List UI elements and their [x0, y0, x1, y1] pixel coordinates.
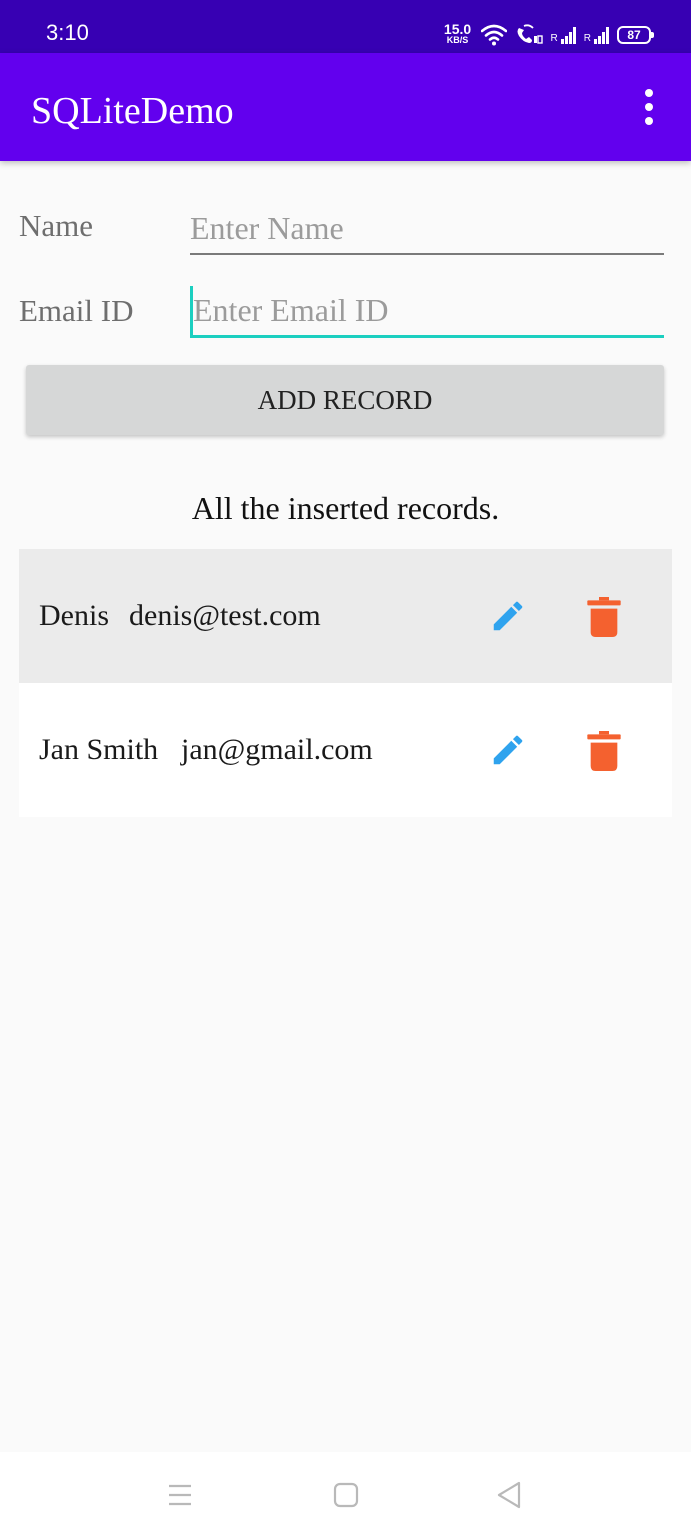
- menu-lines-icon[interactable]: [160, 1478, 200, 1512]
- record-email: denis@test.com: [129, 599, 321, 632]
- network-speed-value: 15.0: [443, 21, 472, 37]
- status-bar: 3:10 15.0 KB/S R R 87: [0, 0, 691, 53]
- records-heading: All the inserted records.: [191, 490, 500, 526]
- name-label: Name: [19, 208, 94, 243]
- add-record-button[interactable]: ADD RECORD: [26, 365, 664, 435]
- name-input[interactable]: [190, 203, 664, 255]
- network-speed-unit: KB/S: [446, 35, 469, 45]
- navigation-bar: [0, 1452, 691, 1536]
- record-name: Jan Smith: [39, 733, 159, 766]
- back-triangle-icon[interactable]: [490, 1478, 530, 1512]
- battery-level: 87: [627, 28, 641, 42]
- status-icons: 15.0 KB/S R R 87: [443, 20, 654, 50]
- more-vert-icon[interactable]: [637, 89, 661, 125]
- trash-icon[interactable]: [587, 731, 621, 771]
- square-icon[interactable]: [326, 1478, 366, 1512]
- sim1-label: R: [550, 32, 558, 44]
- pencil-icon[interactable]: [489, 731, 527, 769]
- network-speed: 15.0 KB/S: [443, 21, 473, 45]
- record-name: Denis: [39, 599, 109, 632]
- signal-icon-sim1: R: [550, 26, 576, 44]
- status-time: 3:10: [46, 20, 89, 45]
- record-email: jan@gmail.com: [181, 733, 373, 766]
- app-bar: SQLiteDemo: [0, 53, 691, 161]
- wifi-icon: [480, 24, 507, 46]
- app-title: SQLiteDemo: [31, 90, 234, 132]
- battery-icon: 87: [617, 26, 654, 44]
- record-row: Jan Smith jan@gmail.com: [19, 683, 672, 817]
- signal-icon-sim2: R: [583, 26, 609, 44]
- email-label: Email ID: [19, 293, 134, 328]
- sim2-label: R: [583, 32, 591, 44]
- email-input[interactable]: [190, 286, 664, 338]
- pencil-icon[interactable]: [489, 597, 527, 635]
- wifi-calling-icon: [517, 24, 543, 44]
- trash-icon[interactable]: [587, 597, 621, 637]
- record-row: Denis denis@test.com: [19, 549, 672, 683]
